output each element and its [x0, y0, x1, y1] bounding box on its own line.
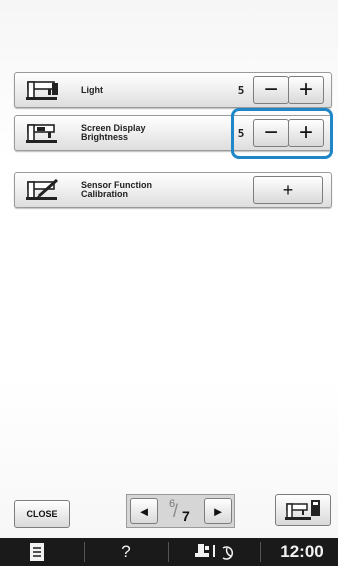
- sensor-calibration-label: Sensor Function Calibration: [81, 180, 153, 199]
- status-divider: [260, 542, 261, 562]
- light-label: Light: [81, 84, 103, 95]
- focus-highlight: [231, 108, 333, 159]
- presser-foot-status[interactable]: [178, 538, 252, 566]
- prev-page-button[interactable]: ◄: [130, 498, 158, 524]
- document-icon: [30, 543, 44, 561]
- page-total: 7: [182, 508, 190, 524]
- help-button[interactable]: ?: [100, 538, 152, 566]
- status-divider: [168, 542, 169, 562]
- light-plus-button[interactable]: +: [288, 76, 324, 104]
- light-minus-button[interactable]: −: [253, 76, 289, 104]
- machine-sensor-pen-icon: [26, 179, 58, 200]
- setting-row-light: Light 5 − +: [14, 72, 332, 108]
- page-slash: /: [173, 501, 179, 521]
- status-divider: [84, 542, 85, 562]
- sensor-calibration-button[interactable]: +: [253, 176, 323, 204]
- settings-screen: Light 5 − + Screen Display Brightness 5 …: [0, 0, 338, 538]
- light-value: 5: [237, 83, 245, 97]
- machine-settings-icon: [285, 500, 320, 520]
- machine-light-icon: [26, 81, 58, 100]
- clock-time: 12:00: [280, 542, 324, 561]
- machine-settings-button[interactable]: [275, 494, 331, 526]
- document-button[interactable]: [8, 538, 66, 566]
- setting-row-sensor-calibration: Sensor Function Calibration +: [14, 172, 332, 208]
- page-indicator: 6 / 7: [160, 497, 200, 525]
- status-bar: ? 12:00: [0, 538, 338, 566]
- next-page-button[interactable]: ►: [204, 498, 232, 524]
- machine-screen-icon: [26, 124, 57, 143]
- page-navigator: ◄ 6 / 7 ►: [126, 494, 235, 528]
- screen-brightness-label: Screen Display Brightness: [81, 123, 146, 142]
- close-button[interactable]: CLOSE: [14, 500, 70, 528]
- presser-foot-needle-icon: [195, 544, 233, 560]
